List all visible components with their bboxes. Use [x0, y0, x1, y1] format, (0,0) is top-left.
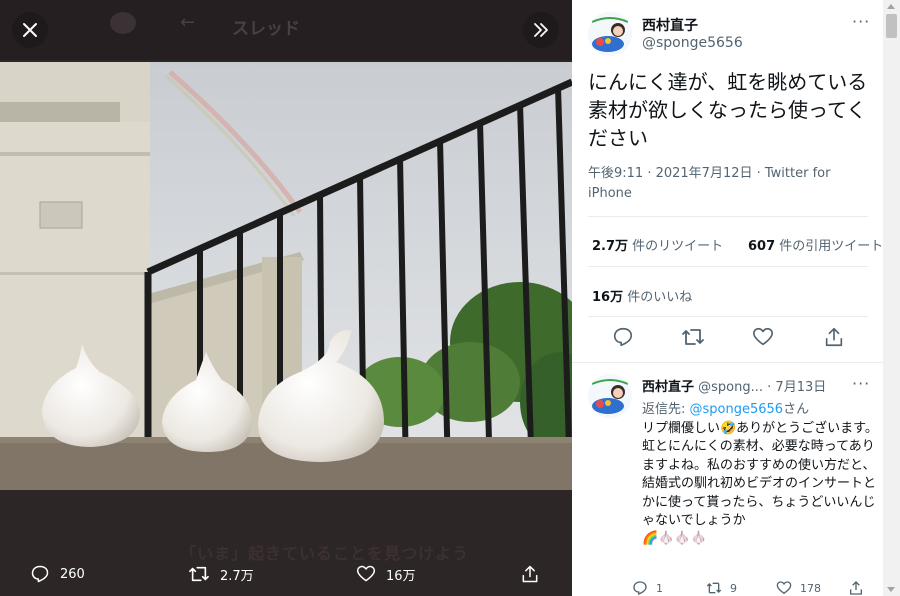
retweet-icon — [682, 329, 704, 345]
share-icon — [825, 327, 843, 347]
media-retweet-button[interactable]: 2.7万 — [188, 562, 254, 586]
media-like-button[interactable]: 16万 — [356, 562, 416, 586]
background-twitter-bird-icon — [110, 12, 136, 34]
heart-icon — [356, 565, 376, 582]
reply-more-options-icon[interactable]: ··· — [852, 374, 870, 393]
tweet-panel: 西村直子 @sponge5656 ··· にんにく達が、虹を眺めている素材が欲し… — [572, 0, 900, 596]
retweets-label: 件のリツイート — [632, 239, 724, 254]
reply-like-count: 178 — [800, 581, 821, 595]
author-handle[interactable]: @sponge5656 — [642, 35, 743, 51]
reply-to-handle-link[interactable]: @sponge5656 — [690, 402, 784, 417]
reply-action-row: 1 9 178 — [632, 580, 892, 596]
reply-icon — [31, 565, 49, 583]
reply-text-line: 虹とにんにくの素材、必要な時ってありますよね。私のおすすめの使い方だと、結婚式の… — [642, 439, 877, 529]
retweet-icon — [189, 566, 209, 582]
reply-to-prefix: 返信先: — [642, 402, 686, 417]
reply-text-line: リプ欄優しい🤣ありがとうございます。 — [642, 421, 878, 436]
reply-reply-count: 1 — [656, 581, 663, 595]
author-name[interactable]: 西村直子 — [642, 15, 698, 35]
quotes-value: 607 — [747, 239, 776, 254]
reply-text-line: 🌈🧄🧄🧄 — [642, 531, 707, 547]
avatar-illustration — [588, 374, 632, 418]
retweets-value: 2.7万 — [592, 239, 629, 254]
reply-icon — [633, 581, 647, 595]
media-action-bar: 260 2.7万 16万 — [0, 552, 572, 596]
author-avatar[interactable] — [588, 12, 632, 56]
likes-value: 16万 — [592, 290, 624, 305]
reply-author-handle[interactable]: @spong... — [698, 380, 763, 395]
garlic-rainbow-photo — [0, 62, 572, 490]
reply-retweet-count: 9 — [730, 581, 737, 595]
avatar-illustration — [588, 12, 632, 56]
share-icon — [850, 581, 862, 595]
background-header-title: スレッド — [232, 19, 300, 39]
reply-retweet-button[interactable]: 9 — [706, 580, 737, 596]
media-retweet-count: 2.7万 — [220, 568, 254, 584]
reply-author-name[interactable]: 西村直子 — [642, 380, 694, 395]
reply-icon — [613, 327, 633, 347]
divider — [572, 362, 883, 363]
retweet-button[interactable] — [681, 326, 705, 348]
expand-panel-button[interactable] — [523, 12, 559, 48]
media-like-count: 16万 — [386, 568, 416, 584]
divider — [588, 216, 868, 217]
media-viewer: ← スレッド 「いま」起きていることを見つけよう 260 2.7万 16万 — [0, 0, 572, 596]
retweet-quote-stats[interactable]: 2.7万 件のリツイート 607 件の引用ツイート — [592, 235, 883, 254]
media-share-button[interactable] — [520, 562, 540, 586]
double-chevron-right-icon — [534, 23, 548, 37]
retweet-icon — [706, 582, 722, 594]
page: ← スレッド 「いま」起きていることを見つけよう 260 2.7万 16万 西村… — [0, 0, 900, 596]
scroll-down-arrow-icon[interactable] — [887, 587, 895, 592]
reply-like-button[interactable]: 178 — [776, 580, 821, 596]
close-button[interactable] — [12, 12, 48, 48]
reply-button[interactable] — [612, 326, 634, 348]
tweet-meta[interactable]: 午後9:11 · 2021年7月12日 · Twitter for iPhone — [588, 164, 848, 204]
divider — [588, 316, 868, 317]
scroll-up-arrow-icon[interactable] — [887, 4, 895, 9]
share-icon — [522, 565, 538, 583]
reply-to-line: 返信先: @sponge5656さん — [642, 398, 809, 417]
share-button[interactable] — [823, 326, 845, 348]
reply-header: 西村直子 @spong... · 7月13日 — [642, 376, 826, 395]
more-options-icon[interactable]: ··· — [852, 12, 870, 31]
tweet-text: にんにく達が、虹を眺めている素材が欲しくなったら使ってください — [588, 70, 868, 150]
close-icon — [23, 23, 37, 37]
likes-label: 件のいいね — [627, 290, 693, 305]
divider — [588, 266, 868, 267]
heart-icon — [776, 581, 792, 595]
background-back-arrow-icon: ← — [180, 12, 196, 33]
media-reply-count: 260 — [60, 566, 85, 582]
media-reply-button[interactable]: 260 — [30, 562, 85, 586]
reply-reply-button[interactable]: 1 — [632, 580, 663, 596]
reply-share-button[interactable] — [848, 580, 864, 596]
like-button[interactable] — [752, 326, 774, 348]
scroll-thumb[interactable] — [886, 14, 897, 38]
tweet-action-row — [572, 326, 883, 354]
heart-icon — [753, 327, 773, 346]
reply-date[interactable]: · 7月13日 — [767, 380, 826, 395]
tweet-photo[interactable] — [0, 62, 572, 490]
like-stats[interactable]: 16万 件のいいね — [592, 286, 692, 305]
reply-text: リプ欄優しい🤣ありがとうございます。 虹とにんにくの素材、必要な時ってありますよ… — [642, 420, 878, 549]
reply-author-avatar[interactable] — [588, 374, 632, 418]
reply-to-suffix: さん — [783, 402, 810, 417]
quotes-label: 件の引用ツイート — [779, 239, 884, 254]
scrollbar[interactable] — [883, 0, 900, 596]
